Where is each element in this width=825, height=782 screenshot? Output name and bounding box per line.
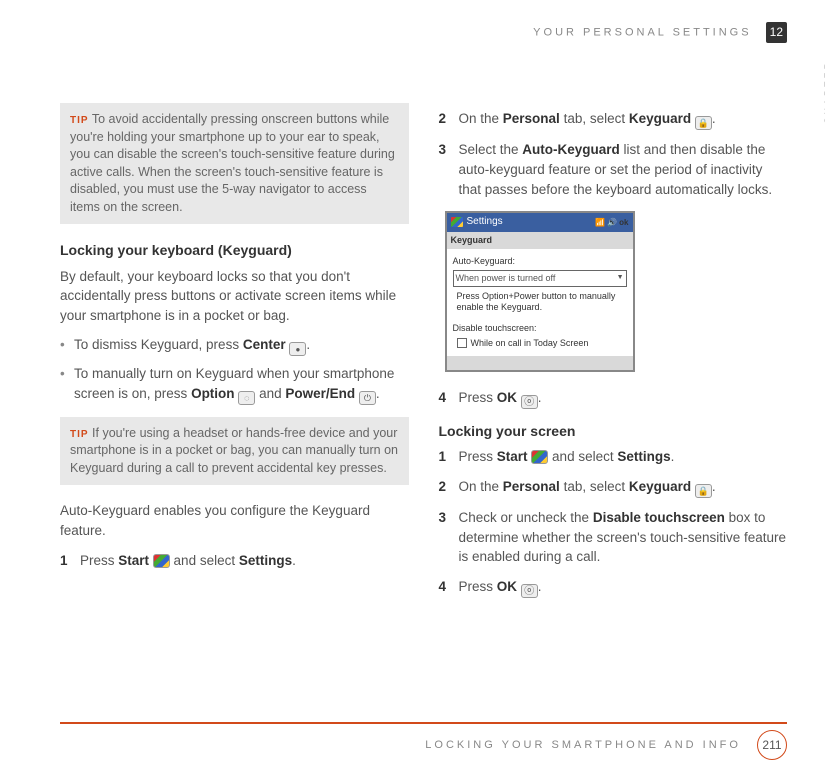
step-item: 3 Select the Auto-Keyguard list and then… — [439, 140, 788, 199]
list-item: To manually turn on Keyguard when your s… — [60, 364, 409, 405]
hint-text: Press Option+Power button to manually en… — [457, 291, 627, 314]
running-header: YOUR PERSONAL SETTINGS 12 — [60, 22, 787, 43]
ok-button-icon — [521, 395, 538, 409]
footer-text: LOCKING YOUR SMARTPHONE AND INFO — [425, 739, 741, 751]
running-head-text: YOUR PERSONAL SETTINGS — [533, 27, 751, 39]
paragraph: Auto-Keyguard enables you configure the … — [60, 501, 409, 540]
field-label: Auto-Keyguard: — [453, 255, 627, 268]
option-button-icon — [238, 391, 255, 405]
step-item: 2 On the Personal tab, select Keyguard . — [439, 109, 788, 130]
tip-text: To avoid accidentally pressing onscreen … — [70, 112, 395, 214]
checkbox-row: While on call in Today Screen — [457, 337, 627, 350]
bullet-list: To dismiss Keyguard, press Center . To m… — [60, 335, 409, 405]
tip-label: TIP — [70, 115, 89, 126]
page-number: 211 — [757, 730, 787, 760]
screenshot-title: Settings — [467, 215, 503, 230]
section-body: By default, your keyboard locks so that … — [60, 267, 409, 326]
screenshot-tab: Keyguard — [447, 232, 633, 249]
step-item: 4 Press OK . — [439, 388, 788, 409]
step-list: 2 On the Personal tab, select Keyguard .… — [439, 109, 788, 199]
center-button-icon — [289, 342, 306, 356]
dropdown-arrow-icon: ▼ — [617, 273, 624, 283]
screenshot-body: Auto-Keyguard: When power is turned off▼… — [447, 249, 633, 357]
screenshot-bottom-bar — [447, 356, 633, 370]
screenshot-titlebar: Settings 📶 🔊 ok — [447, 213, 633, 232]
ok-button-icon — [521, 584, 538, 598]
page-footer: LOCKING YOUR SMARTPHONE AND INFO 211 — [60, 722, 787, 760]
left-column: TIP To avoid accidentally pressing onscr… — [60, 103, 409, 609]
lock-icon — [695, 116, 712, 130]
start-button-icon — [531, 450, 548, 464]
step-item: 3 Check or uncheck the Disable touchscre… — [439, 508, 788, 567]
step-item: 1 Press Start and select Settings. — [60, 551, 409, 571]
step-item: 4 Press OK . — [439, 577, 788, 598]
tip-box: TIP If you're using a headset or hands-f… — [60, 417, 409, 486]
list-item: To dismiss Keyguard, press Center . — [60, 335, 409, 356]
step-item: 2 On the Personal tab, select Keyguard . — [439, 477, 788, 498]
right-column: 2 On the Personal tab, select Keyguard .… — [439, 103, 788, 609]
tip-text: If you're using a headset or hands-free … — [70, 426, 398, 475]
step-item: 1 Press Start and select Settings. — [439, 447, 788, 467]
titlebar-status-icons: 📶 🔊 ok — [595, 217, 629, 229]
content-columns: TIP To avoid accidentally pressing onscr… — [60, 103, 787, 609]
field-label: Disable touchscreen: — [453, 322, 627, 335]
start-button-icon — [153, 554, 170, 568]
lock-icon — [695, 484, 712, 498]
tip-box: TIP To avoid accidentally pressing onscr… — [60, 103, 409, 224]
windows-flag-icon — [451, 217, 463, 227]
power-end-button-icon — [359, 391, 376, 405]
checkbox-icon — [457, 338, 467, 348]
section-title: Locking your screen — [439, 421, 788, 441]
chapter-number-badge: 12 — [766, 22, 787, 43]
step-list: 1 Press Start and select Settings. 2 On … — [439, 447, 788, 597]
step-list: 4 Press OK . — [439, 388, 788, 409]
step-list: 1 Press Start and select Settings. — [60, 551, 409, 571]
device-screenshot: Settings 📶 🔊 ok Keyguard Auto-Keyguard: … — [445, 211, 635, 372]
section-title: Locking your keyboard (Keyguard) — [60, 240, 409, 260]
tip-label: TIP — [70, 429, 89, 440]
auto-keyguard-select: When power is turned off▼ — [453, 270, 627, 287]
